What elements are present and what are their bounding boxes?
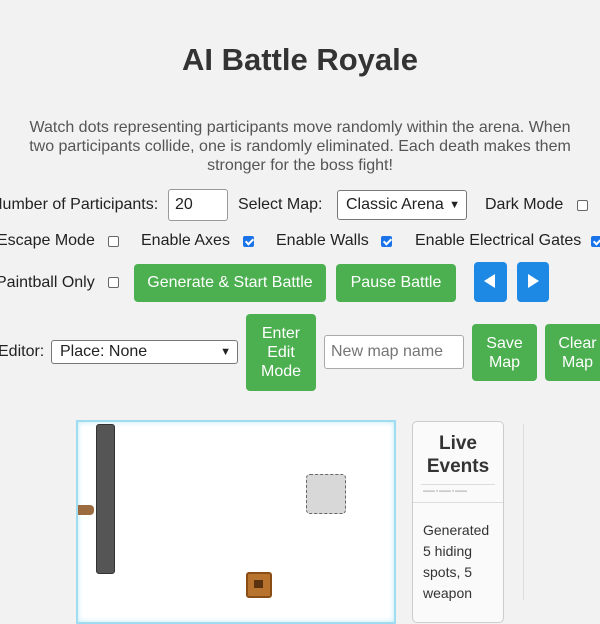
page-subtitle: Watch dots representing participants mov… xyxy=(29,119,571,174)
map-name-placeholder: New map name xyxy=(331,343,444,360)
escape-mode-label: Escape Mode xyxy=(0,232,95,249)
axes-checkbox[interactable] xyxy=(243,236,254,247)
place-select[interactable]: Place: None ▼ xyxy=(51,340,238,364)
place-select-value: Place: None xyxy=(60,343,148,360)
map-name-input[interactable]: New map name xyxy=(324,335,464,369)
right-triangle-icon xyxy=(528,274,539,288)
map-select[interactable]: Classic Arena ▼ xyxy=(337,190,467,220)
live-events-title: Live Events xyxy=(426,433,490,477)
divider xyxy=(413,502,503,503)
divider xyxy=(523,424,524,600)
participants-label: Number of Participants: xyxy=(0,196,159,213)
scrolled-event-fragment: —·—·— xyxy=(423,486,467,494)
event-entry: Generated 5 hiding spots, 5 weapon xyxy=(423,522,490,601)
gates-label: Enable Electrical Gates xyxy=(415,232,582,249)
axes-label: Enable Axes xyxy=(141,232,230,249)
divider xyxy=(421,484,495,485)
prev-button[interactable] xyxy=(474,262,507,302)
walls-checkbox[interactable] xyxy=(381,236,392,247)
next-button[interactable] xyxy=(517,262,549,302)
edit-mode-button[interactable]: Enter Edit Mode xyxy=(246,314,316,391)
battle-arena[interactable] xyxy=(76,420,396,624)
participants-input[interactable]: 20 xyxy=(168,189,228,221)
gates-checkbox[interactable] xyxy=(591,236,600,247)
map-select-label: Select Map: xyxy=(238,196,323,213)
escape-mode-checkbox[interactable] xyxy=(108,236,119,247)
paintball-label: Paintball Only xyxy=(0,274,95,291)
save-map-button[interactable]: Save Map xyxy=(472,324,537,381)
map-select-value: Classic Arena xyxy=(346,196,444,213)
left-triangle-icon xyxy=(484,274,495,288)
dark-mode-checkbox[interactable] xyxy=(577,200,588,211)
hiding-spot xyxy=(306,474,346,514)
walls-label: Enable Walls xyxy=(276,232,369,249)
chevron-down-icon: ▼ xyxy=(220,346,231,358)
dark-mode-label: Dark Mode xyxy=(485,196,564,213)
wall-obstacle xyxy=(96,424,115,574)
live-events-panel: Live Events —·—·— Generated 5 hiding spo… xyxy=(412,421,504,623)
page-title: AI Battle Royale xyxy=(181,42,418,77)
generate-start-button[interactable]: Generate & Start Battle xyxy=(134,264,326,302)
weapon-pickup-icon xyxy=(246,572,272,598)
electrical-gate xyxy=(78,505,94,515)
editor-label: Editor: xyxy=(0,343,45,360)
clear-map-button[interactable]: Clear Map xyxy=(545,324,600,381)
pause-button[interactable]: Pause Battle xyxy=(336,264,456,302)
paintball-checkbox[interactable] xyxy=(108,277,119,288)
chevron-down-icon: ▼ xyxy=(449,199,460,211)
